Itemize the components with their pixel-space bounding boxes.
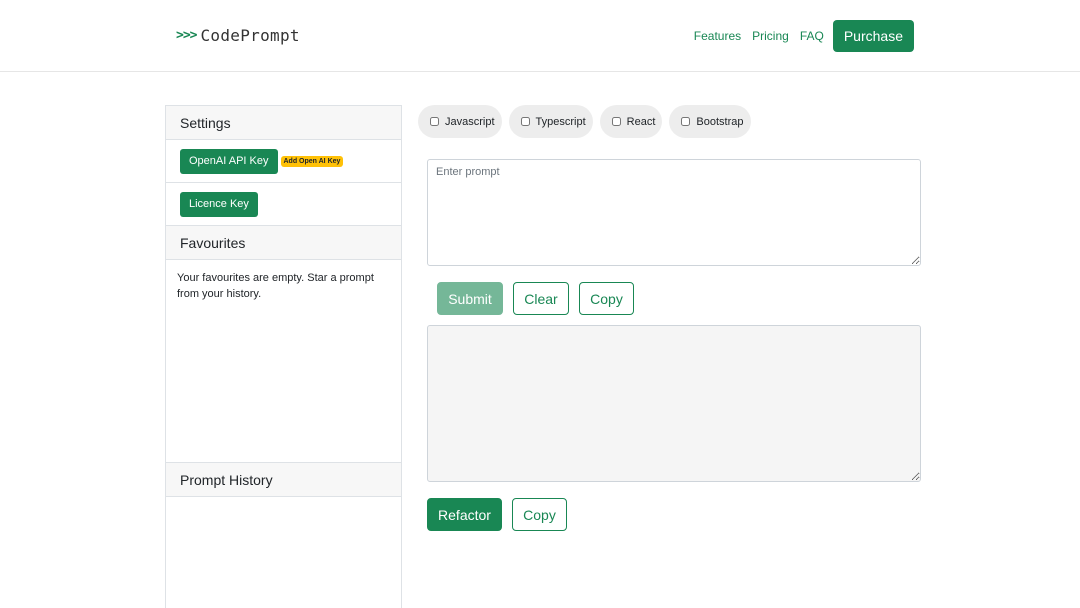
- favourites-empty-text: Your favourites are empty. Star a prompt…: [166, 260, 401, 463]
- javascript-checkbox[interactable]: [430, 117, 439, 126]
- top-navbar: >>> CodePrompt Features Pricing FAQ Purc…: [0, 0, 1080, 72]
- settings-header: Settings: [166, 106, 401, 140]
- api-key-row: OpenAI API Key Add Open AI Key: [166, 140, 401, 183]
- bootstrap-checkbox[interactable]: [681, 117, 691, 126]
- nav-link-features[interactable]: Features: [694, 29, 741, 43]
- nav-link-faq[interactable]: FAQ: [800, 29, 824, 43]
- brand-name: CodePrompt: [200, 25, 300, 45]
- api-key-status-badge: Add Open AI Key: [280, 155, 344, 167]
- copy-prompt-button[interactable]: Copy: [579, 282, 634, 315]
- language-options: Javascript Typescript React Bootstrap: [418, 105, 758, 138]
- submit-button[interactable]: Submit: [437, 282, 503, 315]
- option-react[interactable]: React: [599, 105, 663, 138]
- clear-button[interactable]: Clear: [513, 282, 569, 315]
- purchase-button[interactable]: Purchase: [832, 20, 914, 52]
- chevrons-icon: >>>: [176, 27, 198, 43]
- option-label: Javascript: [445, 115, 495, 128]
- refactor-button[interactable]: Refactor: [427, 498, 502, 531]
- favourites-header: Favourites: [166, 226, 401, 260]
- option-label: Typescript: [535, 115, 586, 128]
- option-label: React: [626, 115, 656, 128]
- openai-api-key-button[interactable]: OpenAI API Key: [180, 148, 278, 174]
- nav-link-pricing[interactable]: Pricing: [752, 29, 789, 43]
- copy-output-button[interactable]: Copy: [512, 498, 567, 531]
- option-javascript[interactable]: Javascript: [418, 105, 502, 138]
- option-label: Bootstrap: [696, 115, 744, 128]
- output-textarea[interactable]: [427, 325, 921, 482]
- licence-key-row: Licence Key: [166, 183, 401, 226]
- option-typescript[interactable]: Typescript: [508, 105, 593, 138]
- typescript-checkbox[interactable]: [520, 117, 530, 126]
- react-checkbox[interactable]: [611, 117, 621, 126]
- brand-logo[interactable]: >>> CodePrompt: [176, 25, 300, 45]
- prompt-input[interactable]: [427, 159, 921, 266]
- licence-key-button[interactable]: Licence Key: [180, 191, 258, 217]
- nav-links: Features Pricing FAQ Purchase: [694, 20, 914, 52]
- prompt-history-header: Prompt History: [166, 463, 401, 497]
- option-bootstrap[interactable]: Bootstrap: [669, 105, 751, 138]
- sidebar: Settings OpenAI API Key Add Open AI Key …: [165, 105, 402, 608]
